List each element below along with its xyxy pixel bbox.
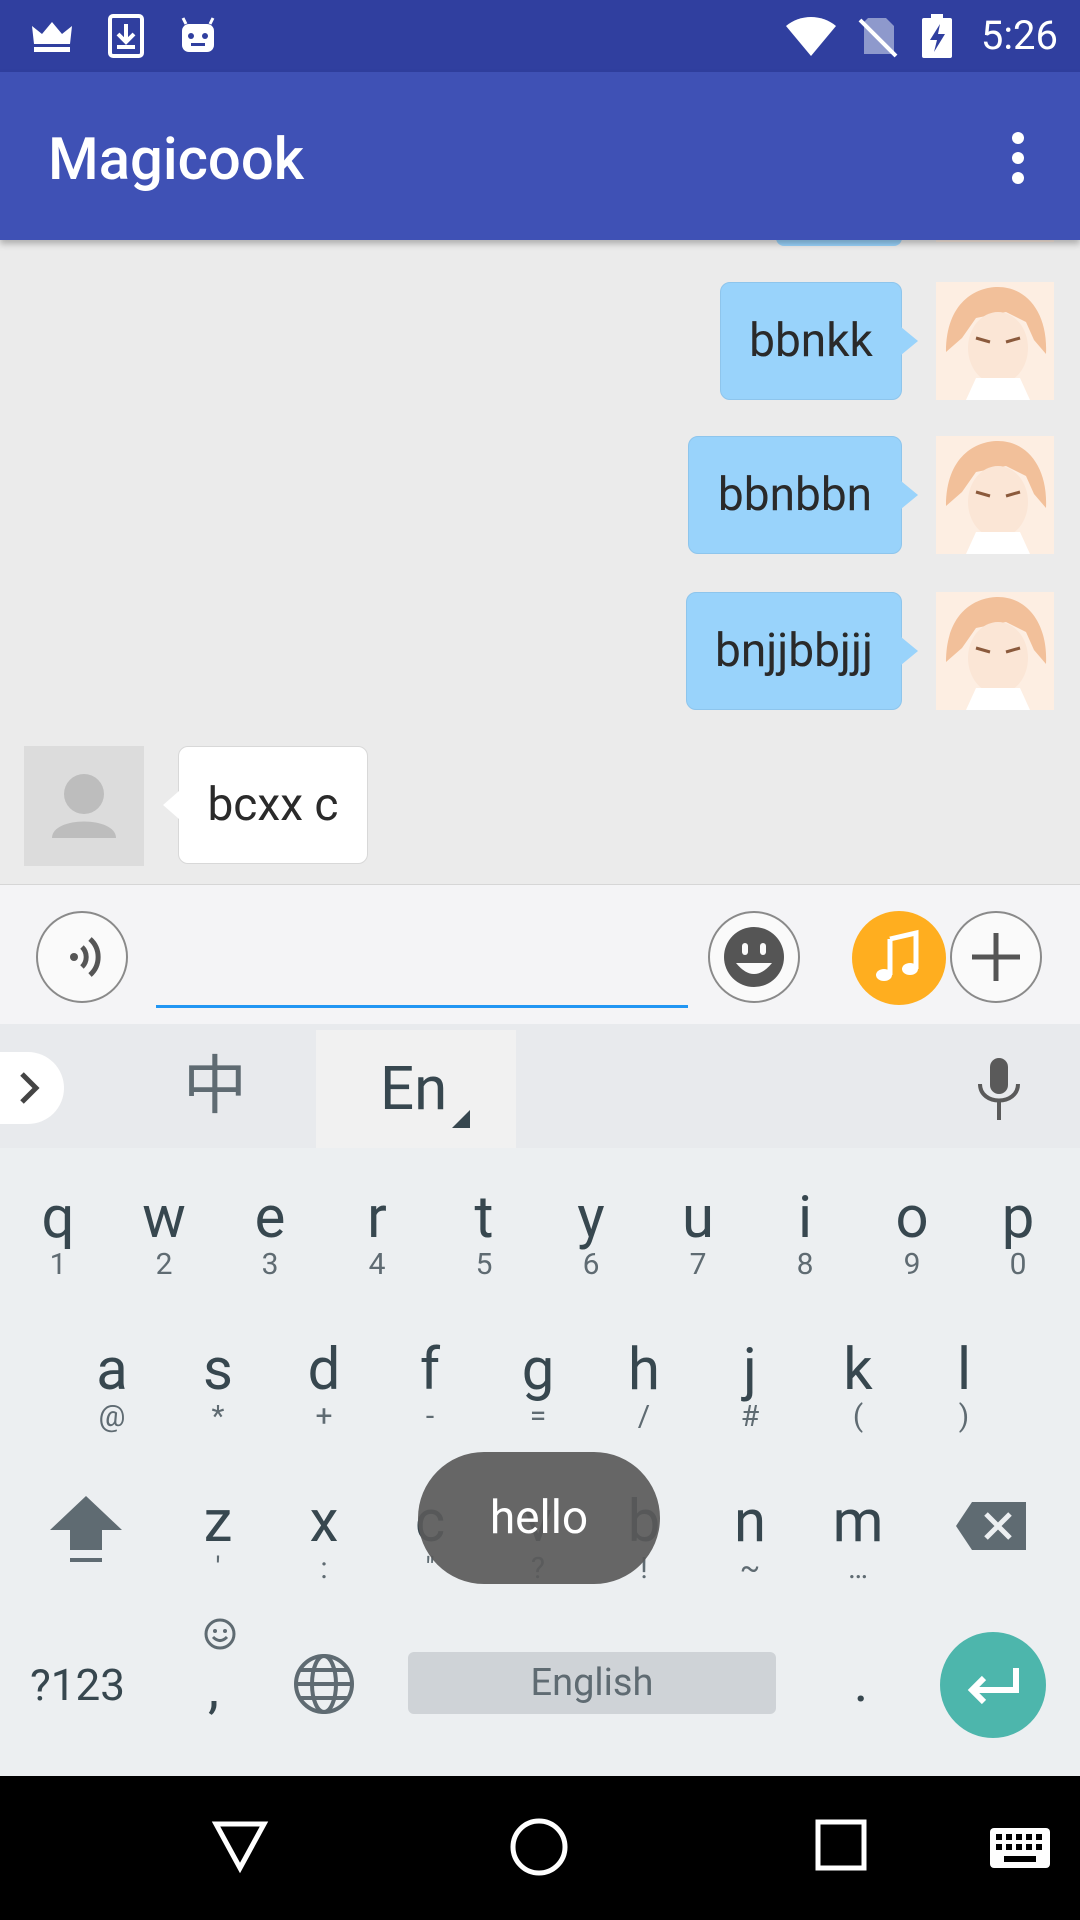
my-avatar[interactable] — [936, 240, 1054, 242]
chinese-mode-button[interactable]: 中 — [160, 1042, 270, 1132]
back-triangle-icon[interactable] — [210, 1816, 270, 1876]
keyboard: q1 w2 e3 r4 t5 y6 u7 i8 o9 p0 a @ s * d + f… — [0, 1148, 1080, 1776]
voice-input-button[interactable] — [964, 1052, 1034, 1126]
status-time: 5:26 — [980, 12, 1058, 59]
wifi-icon — [786, 17, 836, 56]
comma-key[interactable]: , — [194, 1614, 246, 1744]
key-p[interactable]: p0 — [968, 1188, 1068, 1282]
key-o[interactable]: o9 — [862, 1188, 962, 1282]
suggestion-text: hello — [489, 1491, 589, 1545]
download-icon — [108, 14, 144, 58]
key-h[interactable]: h / — [594, 1340, 694, 1434]
key-f[interactable]: f- — [380, 1340, 480, 1434]
my-avatar[interactable] — [936, 436, 1054, 554]
key-i[interactable]: i8 — [755, 1188, 855, 1282]
my-avatar[interactable] — [936, 592, 1054, 710]
message-bubble-in[interactable]: bcxx c — [163, 746, 368, 864]
mode-indicator-icon — [452, 1110, 470, 1128]
message-input-bar — [0, 884, 1080, 1025]
space-key-label: English — [530, 1661, 654, 1705]
key-r[interactable]: r4 — [327, 1188, 427, 1282]
symbols-key[interactable]: ?123 — [30, 1650, 150, 1720]
key-w[interactable]: w2 — [114, 1188, 214, 1282]
chevron-right-icon — [20, 1072, 40, 1104]
app-title: Magicook — [48, 126, 304, 194]
shift-arrow-icon — [50, 1496, 122, 1562]
home-circle-icon[interactable] — [508, 1816, 570, 1878]
english-mode-label: En — [380, 1053, 448, 1124]
key-n[interactable]: n ~ — [700, 1492, 800, 1586]
emoji-small-icon — [204, 1618, 236, 1650]
chinese-mode-label: 中 — [183, 1049, 247, 1124]
key-m[interactable]: m… — [808, 1492, 908, 1586]
message-text: bnjjbbjjj — [715, 624, 873, 678]
key-x[interactable]: x: — [274, 1492, 374, 1586]
globe-icon — [294, 1654, 354, 1714]
android-icon — [181, 17, 215, 52]
crown-icon — [32, 22, 72, 52]
navigation-bar — [0, 1776, 1080, 1920]
chat-list[interactable]: bbnkk bbnbbn bnjjbbjjj bcxx c — [0, 240, 1080, 884]
message-bubble-out[interactable]: bnjjbbjjj — [686, 592, 918, 710]
key-t[interactable]: t5 — [434, 1188, 534, 1282]
mic-icon — [978, 1058, 1020, 1120]
music-button[interactable] — [852, 911, 946, 1005]
key-l[interactable]: l) — [914, 1340, 1014, 1434]
key-d[interactable]: d + — [274, 1340, 374, 1434]
message-text: bbnbbn — [717, 468, 873, 522]
suggestion-popup[interactable]: hello — [418, 1452, 660, 1584]
language-key[interactable] — [292, 1652, 356, 1716]
shift-key[interactable] — [40, 1488, 140, 1568]
space-key[interactable]: English — [408, 1652, 776, 1714]
key-k[interactable]: k( — [808, 1340, 908, 1434]
key-s[interactable]: s * — [168, 1340, 268, 1434]
english-mode-button[interactable]: En — [316, 1030, 516, 1148]
battery-charging-icon — [922, 14, 952, 58]
emoji-button[interactable] — [708, 911, 800, 1003]
more-vert-icon[interactable] — [988, 126, 1048, 190]
enter-key[interactable] — [940, 1632, 1046, 1738]
contact-avatar[interactable] — [24, 746, 144, 866]
backspace-key[interactable] — [954, 1498, 1030, 1554]
period-key-label: . — [853, 1649, 869, 1715]
keyboard-toolbar: 中 En — [0, 1024, 1080, 1148]
message-bubble-out[interactable]: bbnbbn — [688, 436, 918, 554]
enter-arrow-icon — [967, 1668, 1019, 1705]
voice-button[interactable] — [36, 911, 128, 1003]
key-y[interactable]: y6 — [541, 1188, 641, 1282]
backspace-icon — [956, 1502, 1026, 1550]
voice-icon — [70, 937, 101, 977]
app-bar: Magicook — [0, 72, 1080, 240]
key-a[interactable]: a @ — [62, 1340, 162, 1434]
symbols-key-label: ?123 — [30, 1659, 125, 1711]
message-bubble-partial — [776, 240, 902, 246]
message-bubble-out[interactable]: bbnkk — [720, 282, 918, 400]
message-text: bcxx c — [207, 778, 339, 832]
key-g[interactable]: g = — [488, 1340, 588, 1434]
key-z[interactable]: z ' — [168, 1492, 268, 1586]
status-bar: 5:26 — [0, 0, 1080, 72]
expand-toolbar-button[interactable] — [0, 1052, 64, 1124]
key-j[interactable]: j # — [700, 1340, 800, 1434]
plus-icon — [972, 933, 1020, 981]
message-input[interactable] — [156, 925, 688, 1008]
key-q[interactable]: q1 — [8, 1188, 108, 1282]
person-icon — [52, 774, 116, 838]
no-sim-icon — [858, 18, 898, 58]
music-note-icon — [876, 929, 919, 981]
key-u[interactable]: u7 — [648, 1188, 748, 1282]
recents-square-icon[interactable] — [814, 1818, 868, 1872]
add-button[interactable] — [950, 911, 1042, 1003]
emoji-icon — [724, 927, 784, 987]
keyboard-icon[interactable] — [988, 1826, 1052, 1870]
my-avatar[interactable] — [936, 282, 1054, 400]
key-e[interactable]: e3 — [220, 1188, 320, 1282]
message-text: bbnkk — [749, 314, 873, 368]
period-key[interactable]: . — [836, 1642, 886, 1722]
comma-key-label: , — [208, 1655, 220, 1721]
